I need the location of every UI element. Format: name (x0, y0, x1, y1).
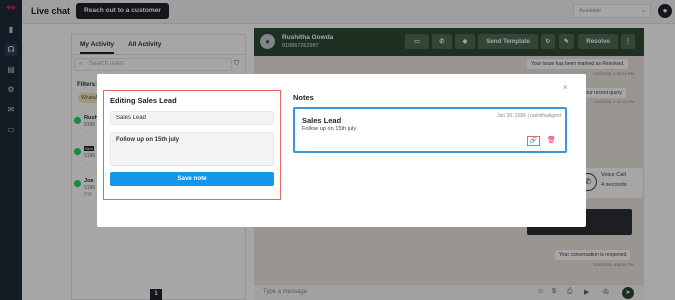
note-title: Sales Lead (302, 116, 342, 125)
notes-heading: Notes (293, 93, 314, 102)
trash-icon[interactable]: 🗑 (547, 136, 556, 146)
close-icon[interactable]: × (563, 83, 568, 92)
note-card[interactable]: Sales Lead Follow up on 15th july Jun 26… (293, 107, 567, 153)
edit-panel-title: Editing Sales Lead (110, 96, 177, 105)
edit-note-panel: Editing Sales Lead Follow up on 15th jul… (103, 90, 281, 200)
notes-modal: × Editing Sales Lead Follow up on 15th j… (97, 74, 586, 227)
note-body-textarea[interactable]: Follow up on 15th july (110, 132, 274, 166)
note-meta: Jun 26, 2026 | rushithaAgent (497, 113, 561, 119)
link-edit-icon[interactable]: 🔗 (527, 136, 540, 146)
note-title-input[interactable] (110, 111, 274, 125)
save-note-button[interactable]: Save note (110, 172, 274, 186)
note-body: Follow up on 15th july (302, 126, 357, 132)
